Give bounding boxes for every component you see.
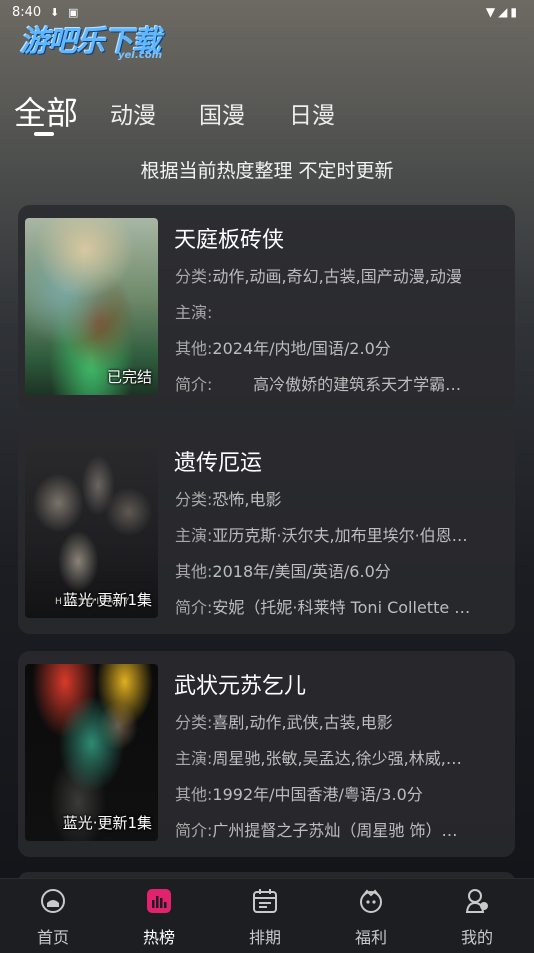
list-item[interactable]: 已完结 天庭板砖侠 分类:动作,动画,奇幻,古装,国产动漫,动漫 主演: 其他:…: [18, 205, 515, 411]
other-label: 其他:: [175, 339, 213, 358]
signal-icon: ◢: [498, 5, 511, 19]
other-value: 2018年/美国/英语/6.0分: [212, 562, 391, 581]
item-other: 其他:2018年/美国/英语/6.0分: [175, 558, 503, 582]
category-value: 喜剧,动作,武侠,古装,电影: [212, 713, 393, 732]
category-value: 动作,动画,奇幻,古装,国产动漫,动漫: [212, 267, 462, 286]
poster-image[interactable]: HEREDITARY 蓝光·更新1集: [25, 441, 158, 618]
nav-schedule[interactable]: 排期: [212, 879, 318, 953]
nav-label: 首页: [36, 928, 69, 947]
nav-label: 排期: [248, 928, 281, 947]
item-other: 其他:1992年/中国香港/粤语/3.0分: [175, 781, 503, 805]
nav-label: 热榜: [142, 928, 175, 947]
intro-label: 简介:: [175, 375, 213, 394]
category-label: 分类:: [175, 490, 213, 509]
logo-domain: yeI.com: [118, 50, 163, 61]
other-label: 其他:: [175, 785, 213, 804]
battery-icon: ▮: [510, 5, 520, 19]
item-title[interactable]: 天庭板砖侠: [174, 222, 284, 254]
nav-label: 福利: [354, 928, 387, 947]
tab-chinese-anime[interactable]: 国漫: [199, 96, 245, 130]
cast-value: 亚历克斯·沃尔夫,加布里埃尔·伯恩…: [212, 526, 468, 545]
wifi-icon: ▼: [485, 5, 499, 19]
ranking-subtitle: 根据当前热度整理 不定时更新: [140, 160, 394, 182]
other-value: 2024年/内地/国语/2.0分: [212, 339, 391, 358]
other-value: 1992年/中国香港/粤语/3.0分: [212, 785, 423, 804]
bottom-nav: 首页 热榜 排期 福利 我的: [0, 878, 534, 953]
category-label: 分类:: [175, 267, 213, 286]
item-intro: 简介:广州提督之子苏灿（周星驰 饰）…: [175, 817, 503, 841]
cast-label: 主演:: [175, 749, 213, 768]
nav-mine[interactable]: 我的: [424, 879, 530, 953]
list-item[interactable]: 蓝光·更新1集 武状元苏乞儿 分类:喜剧,动作,武侠,古装,电影 主演:周星驰,…: [18, 651, 515, 857]
other-label: 其他:: [175, 562, 213, 581]
poster-image[interactable]: 已完结: [25, 218, 158, 395]
tab-indicator: [34, 132, 54, 136]
site-logo: 游吧乐下载 yeI.com: [20, 18, 185, 68]
item-category: 分类:喜剧,动作,武侠,古装,电影: [175, 709, 503, 733]
item-intro: 简介:安妮（托妮·科莱特 Toni Collette …: [175, 594, 503, 618]
user-icon: [465, 889, 488, 913]
item-category: 分类:恐怖,电影: [175, 486, 503, 510]
intro-value: 安妮（托妮·科莱特 Toni Collette …: [212, 598, 471, 617]
list-item[interactable]: HEREDITARY 蓝光·更新1集 遗传厄运 分类:恐怖,电影 主演:亚历克斯…: [18, 428, 515, 634]
cast-label: 主演:: [175, 526, 213, 545]
calendar-icon: [253, 889, 277, 913]
category-label: 分类:: [175, 713, 213, 732]
gift-icon: [360, 889, 382, 913]
tab-all[interactable]: 全部: [14, 88, 78, 134]
item-cast: 主演:亚历克斯·沃尔夫,加布里埃尔·伯恩…: [175, 522, 503, 546]
nav-welfare[interactable]: 福利: [318, 879, 424, 953]
nav-hot[interactable]: 热榜: [106, 879, 212, 953]
status-badge: 蓝光·更新1集: [62, 814, 152, 832]
nav-home[interactable]: 首页: [0, 879, 106, 953]
item-cast: 主演:周星驰,张敏,吴孟达,徐少强,林威,…: [175, 745, 503, 769]
status-badge: 已完结: [106, 368, 152, 386]
tab-anime[interactable]: 动漫: [110, 96, 156, 130]
item-title[interactable]: 武状元苏乞儿: [174, 668, 306, 700]
system-icons: ▼◢▮: [486, 5, 520, 19]
home-icon: [41, 889, 65, 913]
cast-value: 周星驰,张敏,吴孟达,徐少强,林威,…: [212, 749, 462, 768]
intro-label: 简介:: [175, 598, 213, 617]
intro-value: 广州提督之子苏灿（周星驰 饰）…: [212, 821, 458, 840]
item-intro: 简介: 高冷傲娇的建筑系天才学霸…: [175, 371, 503, 395]
item-other: 其他:2024年/内地/国语/2.0分: [175, 335, 503, 359]
intro-value: 高冷傲娇的建筑系天才学霸…: [212, 375, 462, 394]
tab-japanese-anime[interactable]: 日漫: [289, 96, 335, 130]
item-cast: 主演:: [175, 299, 503, 323]
poster-image[interactable]: 蓝光·更新1集: [25, 664, 158, 841]
category-value: 恐怖,电影: [212, 490, 282, 509]
nav-label: 我的: [460, 928, 493, 947]
cast-label: 主演:: [175, 303, 213, 322]
chart-icon: [147, 889, 171, 913]
item-category: 分类:动作,动画,奇幻,古装,国产动漫,动漫: [175, 263, 503, 287]
status-badge: 蓝光·更新1集: [62, 591, 152, 609]
intro-label: 简介:: [175, 821, 213, 840]
item-title[interactable]: 遗传厄运: [174, 445, 262, 477]
